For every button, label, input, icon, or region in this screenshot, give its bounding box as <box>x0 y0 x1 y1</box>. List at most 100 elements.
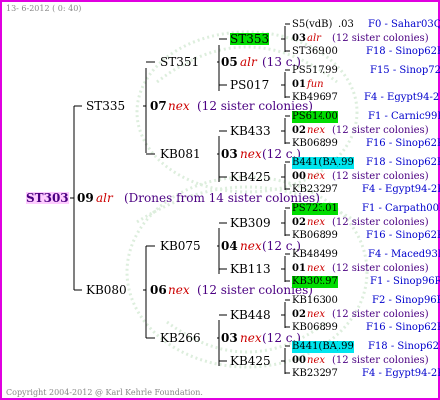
gen4-top-source: F4 - Maced93R <box>368 249 440 260</box>
gen4-top-name: KB163 <box>292 295 326 306</box>
gen4-mid-year: 03 <box>292 33 306 44</box>
gen4-mid-year: 00 <box>292 355 306 366</box>
gen4-mid-colonies: (12 sister colonies) <box>332 355 429 366</box>
gen4-mid-queen: fun <box>307 79 324 90</box>
gen2-queen: nex <box>240 147 262 161</box>
gen4-top-year: .00 <box>322 295 338 306</box>
gen4-top-source: F1 - Carpath00R <box>362 203 440 214</box>
gen3-name: KB433 <box>230 124 271 138</box>
gen1-queen: nex <box>168 99 190 113</box>
gen4-bot-year: .97 <box>322 276 338 288</box>
gen4-top-year: .99 <box>338 157 354 169</box>
gen4-bot-year: .99 <box>322 230 338 241</box>
gen2-year: 03 <box>221 147 238 161</box>
gen2-year: 04 <box>221 239 238 253</box>
gen4-top-name: PS517 <box>292 65 325 76</box>
gen4-mid-queen: nex <box>307 171 325 182</box>
gen3-name: KB448 <box>230 308 271 322</box>
root-queen: alr <box>96 191 113 205</box>
root-year: 09 <box>77 191 94 205</box>
gen4-bot-year: .99 <box>322 322 338 333</box>
gen2-queen: alr <box>240 55 257 69</box>
gen4-top-year: .99 <box>322 249 338 260</box>
gen4-top-year: .99 <box>338 341 354 353</box>
gen4-top-source: F15 - Sinop72R <box>370 65 440 76</box>
gen4-mid-colonies: (12 sister colonies) <box>332 125 429 136</box>
gen4-bot-year: .97 <box>322 368 338 379</box>
gen4-top-year: .01 <box>322 203 338 215</box>
gen1-name: KB080 <box>86 283 127 297</box>
gen4-top-source: F2 - Sinop96R <box>372 295 440 306</box>
gen4-top-name: S5(vdB) <box>292 19 333 30</box>
gen4-top-year: .00 <box>322 111 338 123</box>
gen4-mid-year: 02 <box>292 125 306 136</box>
gen4-bot-name: KB309 <box>292 276 326 288</box>
gen3-name: PS017 <box>230 78 270 92</box>
gen4-mid-year: 02 <box>292 217 306 228</box>
gen4-mid-year: 02 <box>292 309 306 320</box>
gen4-bot-source: F1 - Sinop96R <box>370 276 440 287</box>
gen4-mid-colonies: (12 sister colonies) <box>332 263 429 274</box>
gen2-name: KB081 <box>160 147 201 161</box>
gen4-bot-source: F4 - Egypt94-2R <box>362 184 440 195</box>
gen4-bot-name: KB068 <box>292 322 326 333</box>
gen4-bot-name: KB232 <box>292 184 326 195</box>
gen4-bot-year: .00 <box>322 46 338 57</box>
gen4-top-name: B441(BA) <box>292 341 341 353</box>
gen4-bot-source: F4 - Egypt94-2R <box>362 368 440 379</box>
gen4-top-source: F0 - Sahar03Q <box>368 19 440 30</box>
gen4-mid-colonies: (12 sister colonies) <box>332 217 429 228</box>
gen3-name: KB309 <box>230 216 271 230</box>
gen4-mid-colonies: (12 sister colonies) <box>332 309 429 320</box>
gen4-top-name: PS614 <box>292 111 325 123</box>
gen4-bot-name: KB068 <box>292 138 326 149</box>
gen4-bot-year: .97 <box>322 92 338 103</box>
gen1-queen: nex <box>168 283 190 297</box>
gen4-top-source: F18 - Sinop62R <box>368 341 440 352</box>
gen4-bot-source: F18 - Sinop62R <box>366 46 440 57</box>
gen1-name: ST335 <box>86 99 126 113</box>
gen4-mid-year: 00 <box>292 171 306 182</box>
gen4-mid-queen: nex <box>307 217 325 228</box>
gen1-year: 07 <box>150 99 167 113</box>
gen4-top-name: PS723 <box>292 203 325 215</box>
gen2-year: 03 <box>221 331 238 345</box>
gen4-top-year: .03 <box>338 19 354 30</box>
gen2-name: ST351 <box>160 55 200 69</box>
gen4-mid-queen: nex <box>307 263 325 274</box>
gen2-year: 05 <box>221 55 238 69</box>
gen2-queen: nex <box>240 239 262 253</box>
gen4-bot-source: F4 - Egypt94-2R <box>364 92 440 103</box>
gen3-name: KB113 <box>230 262 271 276</box>
gen4-mid-queen: alr <box>307 33 321 44</box>
gen4-mid-queen: nex <box>307 125 325 136</box>
gen4-mid-colonies: (12 sister colonies) <box>332 33 429 44</box>
gen4-bot-year: .97 <box>322 184 338 195</box>
gen4-bot-name: KB068 <box>292 230 326 241</box>
gen4-top-source: F18 - Sinop62R <box>366 157 440 168</box>
root-colonies: (Drones from 14 sister colonies) <box>124 191 320 205</box>
gen4-mid-queen: nex <box>307 309 325 320</box>
gen3-name: KB425 <box>230 354 271 368</box>
gen4-bot-name: KB496 <box>292 92 326 103</box>
gen2-name: KB075 <box>160 239 201 253</box>
gen4-mid-year: 01 <box>292 79 306 90</box>
gen4-bot-year: .99 <box>322 138 338 149</box>
gen3-name: KB425 <box>230 170 271 184</box>
gen4-top-name: KB484 <box>292 249 326 260</box>
gen3-name: ST353 <box>230 32 270 46</box>
gen4-top-year: .99 <box>322 65 338 76</box>
gen2-queen: nex <box>240 331 262 345</box>
gen4-bot-name: KB232 <box>292 368 326 379</box>
gen4-bot-source: F16 - Sinop62R <box>366 322 440 333</box>
gen4-bot-source: F16 - Sinop62R <box>366 230 440 241</box>
gen4-top-source: F1 - Carnic99R <box>368 111 440 122</box>
root-name: ST303 <box>26 191 69 205</box>
gen4-mid-year: 01 <box>292 263 306 274</box>
gen4-bot-source: F16 - Sinop62R <box>366 138 440 149</box>
gen1-year: 06 <box>150 283 167 297</box>
gen4-top-name: B441(BA) <box>292 157 341 169</box>
gen4-bot-name: ST369 <box>292 46 325 57</box>
gen2-name: KB266 <box>160 331 201 345</box>
gen4-mid-colonies: (12 sister colonies) <box>332 171 429 182</box>
